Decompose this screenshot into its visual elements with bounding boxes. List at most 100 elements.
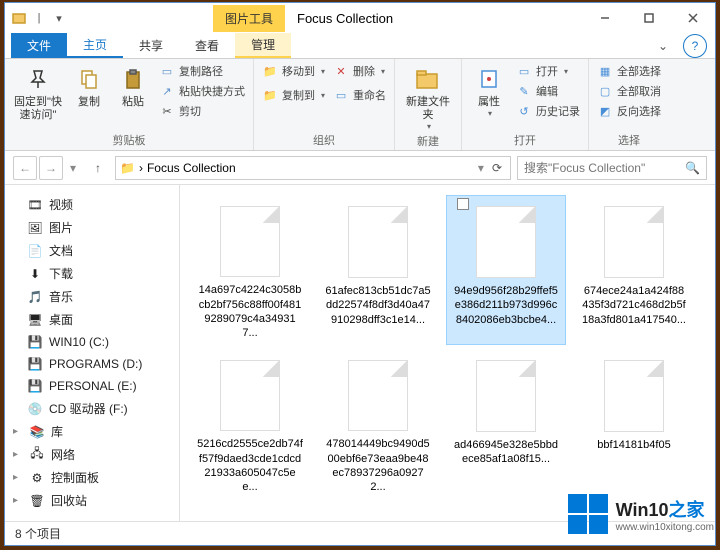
tree-item[interactable]: 💾PERSONAL (E:) <box>9 375 175 397</box>
tree-item[interactable]: 💾WIN10 (C:) <box>9 331 175 353</box>
drive-icon: 💾 <box>27 334 43 350</box>
copy-path-button[interactable]: ▭复制路径 <box>157 62 247 80</box>
expand-icon[interactable]: ▸ <box>13 449 23 460</box>
explorer-window[interactable]: | ▾ 图片工具 Focus Collection 文件 主页 共享 查看 管理… <box>4 2 716 546</box>
pin-button[interactable]: 固定到"快速访问" <box>11 62 65 124</box>
file-grid[interactable]: 14a697c4224c3058bcb2bf756c88ff00f4819289… <box>180 185 715 521</box>
move-to-button[interactable]: 📁移动到▾ <box>260 62 327 80</box>
ribbon-group-organize: 📁移动到▾ 📁复制到▾ ✕删除▾ ▭重命名 组织 <box>254 59 395 150</box>
tree-item[interactable]: 🎵音乐 <box>9 285 175 308</box>
tab-view[interactable]: 查看 <box>179 33 235 58</box>
search-box[interactable]: 🔍 <box>517 156 707 180</box>
file-icon <box>220 360 280 431</box>
history-label: 历史记录 <box>536 103 580 119</box>
search-input[interactable] <box>524 161 685 175</box>
open-button[interactable]: ▭打开▾ <box>514 62 582 80</box>
ribbon-group-new: 新建文件夹 ▾ 新建 <box>395 59 462 150</box>
address-dropdown-icon[interactable]: ▾ <box>478 161 484 175</box>
rename-button[interactable]: ▭重命名 <box>331 86 388 104</box>
file-checkbox[interactable] <box>457 198 469 210</box>
copy-to-button[interactable]: 📁复制到▾ <box>260 86 327 104</box>
file-item[interactable]: 14a697c4224c3058bcb2bf756c88ff00f4819289… <box>190 195 310 345</box>
tab-home[interactable]: 主页 <box>67 33 123 58</box>
qat-dropdown-icon[interactable]: ▾ <box>51 10 67 26</box>
nav-recent-icon[interactable]: ▾ <box>65 156 81 180</box>
qat-separator-icon: | <box>31 10 47 26</box>
file-item[interactable]: 674ece24a1a424f88435f3d721c468d2b5f18a3f… <box>574 195 694 345</box>
properties-button[interactable]: 属性 ▾ <box>468 62 510 120</box>
file-item[interactable]: 61afec813cb51dc7a5dd22574f8df3d40a479102… <box>318 195 438 345</box>
tree-item[interactable]: 📄文档 <box>9 239 175 262</box>
file-name: 14a697c4224c3058bcb2bf756c88ff00f4819289… <box>195 283 305 340</box>
tree-item[interactable]: ▸📚库 <box>9 420 175 443</box>
tree-item[interactable]: ▸⚙控制面板 <box>9 466 175 489</box>
delete-button[interactable]: ✕删除▾ <box>331 62 388 80</box>
ribbon-tabs: 文件 主页 共享 查看 管理 ⌄ ? <box>5 33 715 59</box>
ribbon-group-select: ▦全部选择 ▢全部取消 ◩反向选择 选择 <box>589 59 669 150</box>
file-item[interactable]: bbf14181b4f05 <box>574 349 694 499</box>
expand-icon[interactable]: ▸ <box>13 426 23 437</box>
cd-icon: 💿 <box>27 401 43 417</box>
paste-shortcut-button[interactable]: ↗粘贴快捷方式 <box>157 82 247 100</box>
tree-item[interactable]: 🖥桌面 <box>9 308 175 331</box>
tab-manage[interactable]: 管理 <box>235 33 291 58</box>
expand-icon[interactable]: ▸ <box>13 472 23 483</box>
tree-item-label: PERSONAL (E:) <box>49 379 137 393</box>
copy-icon <box>74 64 104 94</box>
tree-item[interactable]: ⬇下载 <box>9 262 175 285</box>
invert-label: 反向选择 <box>617 103 661 119</box>
file-item[interactable]: 478014449bc9490d500ebf6e73eaa9be48ec7893… <box>318 349 438 499</box>
edit-button[interactable]: ✎编辑 <box>514 82 582 100</box>
tree-item[interactable]: 💾PROGRAMS (D:) <box>9 353 175 375</box>
tree-item[interactable]: ▸🖧网络 <box>9 443 175 466</box>
body: 🎞视频🖼图片📄文档⬇下载🎵音乐🖥桌面💾WIN10 (C:)💾PROGRAMS (… <box>5 185 715 521</box>
nav-up-button[interactable]: ↑ <box>87 157 109 179</box>
delete-icon: ✕ <box>333 63 349 79</box>
desktop-icon: 🖥 <box>27 312 43 328</box>
search-icon[interactable]: 🔍 <box>685 161 700 175</box>
invert-selection-button[interactable]: ◩反向选择 <box>595 102 663 120</box>
minimize-button[interactable] <box>583 3 627 33</box>
copy-button[interactable]: 复制 <box>69 62 109 111</box>
file-tab[interactable]: 文件 <box>11 33 67 58</box>
tree-item-label: CD 驱动器 (F:) <box>49 400 128 417</box>
file-item[interactable]: 5216cd2555ce2db74ff57f9daed3cde1cdcd2193… <box>190 349 310 499</box>
file-name: 94e9d956f28b29ffef5e386d211b973d996c8402… <box>451 284 561 327</box>
folder-icon: 📁 <box>120 161 135 175</box>
copy-label: 复制 <box>78 96 100 109</box>
nav-forward-button[interactable]: → <box>39 156 63 180</box>
nav-tree[interactable]: 🎞视频🖼图片📄文档⬇下载🎵音乐🖥桌面💾WIN10 (C:)💾PROGRAMS (… <box>5 185 180 521</box>
file-item[interactable]: 94e9d956f28b29ffef5e386d211b973d996c8402… <box>446 195 566 345</box>
ribbon-collapse-icon[interactable]: ⌄ <box>651 33 675 58</box>
new-folder-button[interactable]: 新建文件夹 ▾ <box>401 62 455 133</box>
tree-item[interactable]: 🎞视频 <box>9 193 175 216</box>
tree-item[interactable]: 💿 CD 驱动器 (F:) <box>9 397 175 420</box>
close-button[interactable] <box>671 3 715 33</box>
select-all-button[interactable]: ▦全部选择 <box>595 62 663 80</box>
file-icon <box>348 206 408 278</box>
tree-item[interactable]: 🖼图片 <box>9 216 175 239</box>
select-group-label: 选择 <box>595 132 663 148</box>
history-icon: ↺ <box>516 103 532 119</box>
expand-icon[interactable]: ▸ <box>13 495 23 506</box>
tab-share[interactable]: 共享 <box>123 33 179 58</box>
select-all-icon: ▦ <box>597 63 613 79</box>
address-bar[interactable]: 📁 › Focus Collection ▾ ⟳ <box>115 156 511 180</box>
refresh-icon[interactable]: ⟳ <box>488 161 506 175</box>
breadcrumb[interactable]: Focus Collection <box>147 161 236 175</box>
file-item[interactable]: ad466945e328e5bbdece85af1a08f15... <box>446 349 566 499</box>
help-button[interactable]: ? <box>683 34 707 58</box>
select-none-button[interactable]: ▢全部取消 <box>595 82 663 100</box>
cut-icon: ✂ <box>159 103 175 119</box>
paste-button[interactable]: 粘贴 <box>113 62 153 111</box>
breadcrumb-sep: › <box>139 161 143 175</box>
navbar: ← → ▾ ↑ 📁 › Focus Collection ▾ ⟳ 🔍 <box>5 151 715 185</box>
cut-button[interactable]: ✂剪切 <box>157 102 247 120</box>
nav-back-button[interactable]: ← <box>13 156 37 180</box>
tree-item[interactable]: ▸🗑回收站 <box>9 489 175 512</box>
tree-item-label: 网络 <box>51 446 75 463</box>
maximize-button[interactable] <box>627 3 671 33</box>
history-button[interactable]: ↺历史记录 <box>514 102 582 120</box>
ribbon-group-clipboard: 固定到"快速访问" 复制 粘贴 ▭复制路径 ↗粘贴快捷方式 ✂剪切 剪贴板 <box>5 59 254 150</box>
ribbon: 固定到"快速访问" 复制 粘贴 ▭复制路径 ↗粘贴快捷方式 ✂剪切 剪贴板 <box>5 59 715 151</box>
